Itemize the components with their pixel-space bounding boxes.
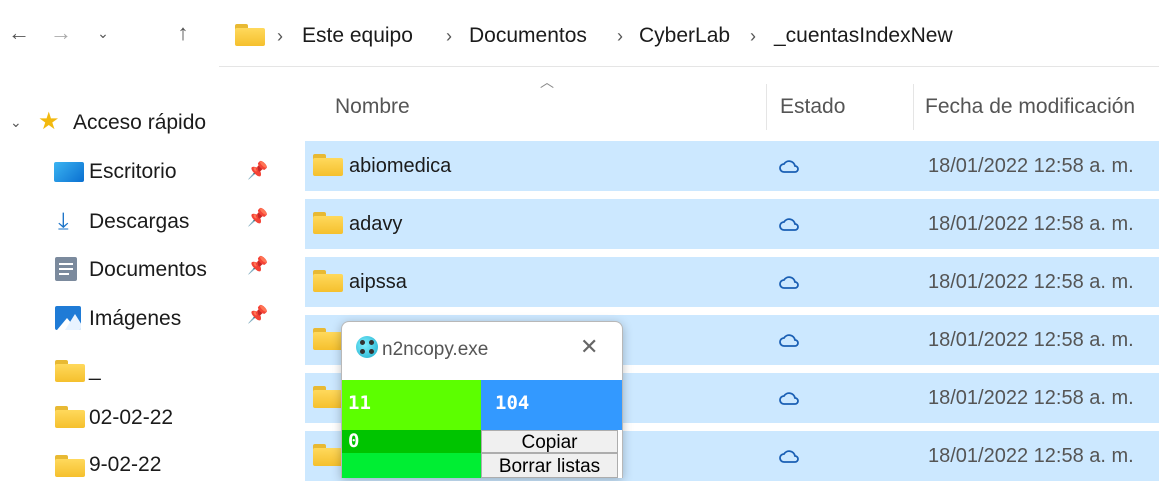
file-date: 18/01/2022 12:58 a. m. xyxy=(928,271,1134,293)
pin-icon[interactable]: 📌 xyxy=(247,305,268,325)
desktop-icon xyxy=(54,162,84,182)
sidebar-item-label[interactable]: Descargas xyxy=(89,208,189,236)
n2ncopy-window[interactable]: n2ncopy.exe ✕ 11 104 0 Copiar Borrar lis… xyxy=(341,321,623,478)
file-date: 18/01/2022 12:58 a. m. xyxy=(928,329,1134,351)
forward-icon[interactable]: → xyxy=(46,18,76,48)
breadcrumb-chevron-icon: › xyxy=(750,26,756,46)
breadcrumb-item[interactable]: _cuentasIndexNew xyxy=(774,22,953,50)
clear-lists-button[interactable]: Borrar listas xyxy=(481,453,618,478)
breadcrumb-item[interactable]: CyberLab xyxy=(639,22,730,50)
file-name: aipssa xyxy=(349,271,407,293)
back-icon[interactable]: ← xyxy=(4,18,34,48)
folder-icon xyxy=(55,406,85,428)
sort-ascending-icon: ︿ xyxy=(540,74,554,90)
sidebar-item-label[interactable]: Imágenes xyxy=(89,305,181,333)
folder-icon xyxy=(313,154,343,176)
column-header-modified[interactable]: Fecha de modificación xyxy=(925,93,1135,121)
cloud-icon xyxy=(779,218,799,231)
folder-icon xyxy=(313,444,343,466)
breadcrumb-chevron-icon: › xyxy=(277,26,283,46)
cloud-icon xyxy=(779,334,799,347)
column-divider[interactable] xyxy=(913,84,914,130)
sidebar-item-label[interactable]: Escritorio xyxy=(89,158,177,186)
file-date: 18/01/2022 12:58 a. m. xyxy=(928,387,1134,409)
breadcrumb-item[interactable]: Documentos xyxy=(469,22,587,50)
pin-icon[interactable]: 📌 xyxy=(247,256,268,276)
star-icon: ★ xyxy=(38,108,60,135)
folder-icon xyxy=(235,24,265,46)
table-row[interactable]: abiomedica 18/01/2022 12:58 a. m. xyxy=(305,141,1159,191)
cloud-icon xyxy=(779,392,799,405)
file-date: 18/01/2022 12:58 a. m. xyxy=(928,445,1134,467)
breadcrumb-chevron-icon: › xyxy=(617,26,623,46)
up-arrow-icon[interactable]: ↑ xyxy=(168,18,198,48)
document-icon xyxy=(55,257,77,281)
pictures-icon xyxy=(55,306,81,330)
cloud-icon xyxy=(779,450,799,463)
count-zero-value: 0 xyxy=(348,430,360,452)
column-divider[interactable] xyxy=(766,84,767,130)
sidebar-item-label[interactable]: _ xyxy=(89,356,101,384)
download-icon: ⤓ xyxy=(58,208,69,235)
breadcrumb-chevron-icon: › xyxy=(446,26,452,46)
folder-icon xyxy=(313,270,343,292)
pin-icon[interactable]: 📌 xyxy=(247,208,268,228)
table-row[interactable]: aipssa 18/01/2022 12:58 a. m. xyxy=(305,257,1159,307)
copy-button[interactable]: Copiar xyxy=(481,430,618,453)
count-left-value: 11 xyxy=(348,392,371,414)
cloud-icon xyxy=(779,160,799,173)
file-date: 18/01/2022 12:58 a. m. xyxy=(928,155,1134,177)
popup-title: n2ncopy.exe xyxy=(382,339,489,360)
folder-icon xyxy=(55,455,85,477)
table-row[interactable]: adavy 18/01/2022 12:58 a. m. xyxy=(305,199,1159,249)
chevron-down-icon[interactable]: ⌄ xyxy=(10,114,22,131)
sidebar-item-label[interactable]: 02-02-22 xyxy=(89,404,173,432)
column-header-status[interactable]: Estado xyxy=(780,93,845,121)
count-right-value: 104 xyxy=(495,392,530,414)
file-name: abiomedica xyxy=(349,155,452,177)
column-header-name[interactable]: Nombre xyxy=(335,93,410,121)
count-right-panel: 104 xyxy=(481,380,622,430)
folder-icon xyxy=(313,386,343,408)
folder-icon xyxy=(55,360,85,382)
sidebar-item-label[interactable]: 9-02-22 xyxy=(89,451,161,479)
folder-icon xyxy=(313,328,343,350)
recent-locations-chevron-icon[interactable]: ⌄ xyxy=(88,18,118,48)
sidebar-item-label[interactable]: Documentos xyxy=(89,256,207,284)
sidebar-item-quick-access[interactable]: Acceso rápido xyxy=(73,109,206,137)
folder-icon xyxy=(313,212,343,234)
breadcrumb-item[interactable]: Este equipo xyxy=(302,22,413,50)
close-icon[interactable]: ✕ xyxy=(580,334,598,360)
app-network-icon xyxy=(356,336,378,358)
file-name: adavy xyxy=(349,213,403,235)
cloud-icon xyxy=(779,276,799,289)
count-left-panel: 11 xyxy=(342,380,481,430)
count-zero-panel: 0 xyxy=(342,430,481,453)
pin-icon[interactable]: 📌 xyxy=(247,161,268,181)
address-bar[interactable]: › Este equipo › Documentos › CyberLab › … xyxy=(219,0,1159,67)
file-date: 18/01/2022 12:58 a. m. xyxy=(928,213,1134,235)
status-green-panel xyxy=(342,453,481,478)
